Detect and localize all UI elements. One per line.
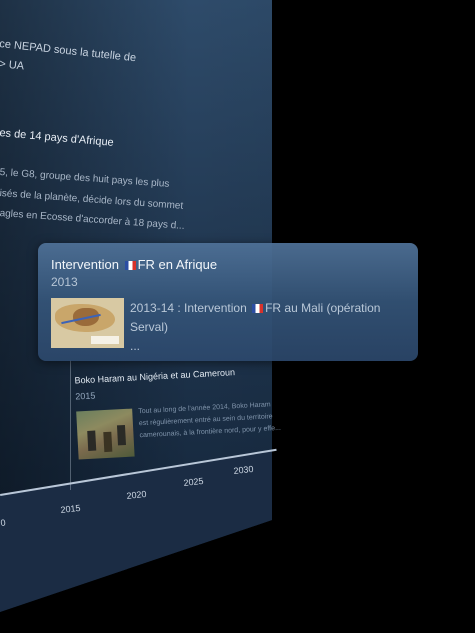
popup-year: 2013 bbox=[51, 275, 78, 289]
axis-tick-label: 2015 bbox=[60, 502, 81, 515]
popup-title: Intervention FR en Afrique bbox=[51, 257, 218, 272]
axis-tick-label: 2020 bbox=[126, 488, 147, 501]
event-popup-card[interactable]: Intervention FR en Afrique 2013 2013-14 … bbox=[38, 243, 418, 361]
event-card-description: Tout au long de l'année 2014, Boko Haram… bbox=[138, 401, 282, 440]
axis-tick-label: 2025 bbox=[183, 475, 204, 488]
popup-entry[interactable]: 2013-14 : Intervention FR au Mali (opéra… bbox=[130, 299, 380, 356]
event-card-title: Boko Haram au Nigéria et au Cameroun bbox=[74, 367, 236, 386]
axis-tick-label: 2030 bbox=[233, 463, 254, 476]
event-card-thumbnail bbox=[76, 408, 135, 460]
event-text-line: > UA bbox=[0, 58, 25, 73]
france-flag-icon bbox=[124, 261, 136, 270]
event-card-year: 2015 bbox=[75, 390, 96, 402]
mali-map-thumbnail[interactable] bbox=[51, 298, 124, 348]
axis-tick-label: 0 bbox=[0, 517, 7, 528]
france-flag-icon bbox=[252, 304, 264, 313]
